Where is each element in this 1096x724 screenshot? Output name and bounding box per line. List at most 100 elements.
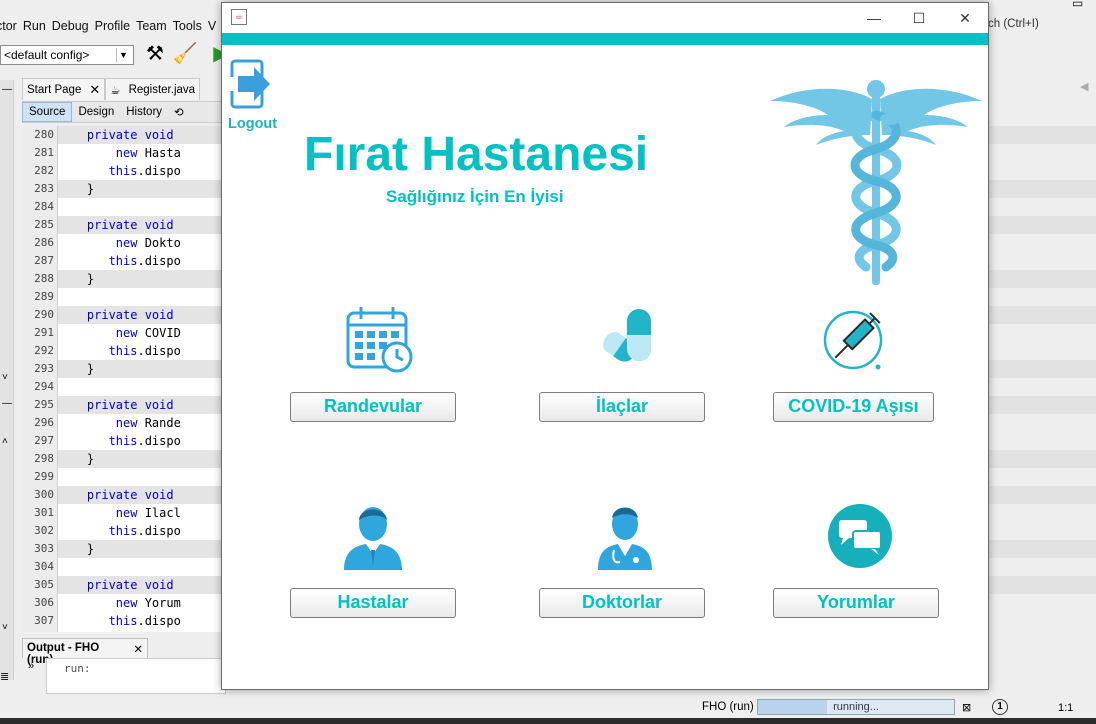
rerun-icon[interactable]: »	[28, 660, 34, 672]
progress-fill	[758, 700, 827, 714]
doktorlar-button[interactable]: Doktorlar	[539, 588, 705, 618]
line-number: 292	[34, 344, 54, 357]
logout-label: Logout	[228, 116, 278, 132]
app-window: ☕ — ☐ ✕ Logout Fırat Hastanesi Sağlığını…	[221, 2, 989, 690]
vaccine-syringe-icon[interactable]	[820, 305, 890, 375]
tab-start-page[interactable]: Start Page ✕	[22, 78, 106, 100]
code-line: new Rande	[115, 416, 181, 430]
code-line: private void	[58, 216, 228, 234]
output-options-icon[interactable]: ≣	[0, 670, 9, 683]
code-line: new Ilacl	[115, 506, 181, 520]
yorumlar-button[interactable]: Yorumlar	[773, 588, 939, 618]
expand-up-icon[interactable]: ˄	[2, 436, 8, 447]
patient-icon[interactable]	[338, 500, 408, 570]
calendar-clock-icon[interactable]	[345, 305, 415, 375]
notifications-badge[interactable]: 1	[992, 699, 1008, 715]
menu-item-profile[interactable]: Profile	[95, 19, 136, 33]
menu-item-debug[interactable]: Debug	[52, 19, 95, 33]
close-icon[interactable]: ✕	[133, 642, 143, 656]
line-number: 282	[34, 164, 54, 177]
tab-output[interactable]: Output - FHO (run) ✕	[22, 638, 148, 666]
editor-tabs: Start Page ✕ ☕ Register.java	[22, 78, 232, 100]
minimize-panel-icon[interactable]: —	[2, 84, 12, 95]
maximize-icon[interactable]: ☐	[908, 7, 930, 29]
minimize-panel-icon[interactable]: —	[2, 398, 12, 409]
line-number: 286	[34, 236, 54, 249]
app-title: Fırat Hastanesi	[304, 128, 649, 181]
line-number: 284	[34, 200, 54, 213]
code-line: private void	[58, 306, 228, 324]
ide-restore-icon[interactable]: ▭	[1072, 0, 1083, 10]
accent-bar	[222, 33, 988, 45]
editor-highlight-stripes	[988, 126, 1096, 632]
back-history-icon[interactable]: ⟲	[168, 102, 190, 122]
code-line: }	[58, 270, 228, 288]
line-number: 297	[34, 434, 54, 447]
code-editor[interactable]: private void new Hasta this.dispo } priv…	[58, 126, 228, 632]
ide-search-input[interactable]: ch (Ctrl+I)	[988, 16, 1096, 36]
config-select[interactable]: <default config> ▼	[0, 45, 134, 65]
tab-register-java[interactable]: ☕ Register.java	[105, 78, 201, 100]
code-line: new Hasta	[115, 146, 181, 160]
line-number: 291	[34, 326, 54, 339]
code-line: private void	[58, 126, 228, 144]
tab-source[interactable]: Source	[22, 102, 73, 122]
code-line: new Dokto	[115, 236, 181, 250]
window-titlebar[interactable]: ☕ — ☐ ✕	[222, 3, 988, 33]
chat-bubbles-icon[interactable]	[827, 503, 897, 573]
line-number: 305	[34, 578, 54, 591]
taskbar-edge	[0, 718, 1096, 724]
minimize-icon[interactable]: —	[863, 7, 885, 29]
line-number: 307	[34, 614, 54, 627]
close-icon[interactable]: ✕	[954, 7, 976, 29]
highlight-stripe	[988, 540, 1096, 558]
source-view-tabs: Source Design History ⟲	[22, 101, 232, 123]
code-line: }	[58, 360, 228, 378]
code-line: }	[58, 450, 228, 468]
code-line: this.dispo	[108, 164, 181, 178]
ilaclar-button[interactable]: İlaçlar	[539, 392, 705, 422]
line-number: 301	[34, 506, 54, 519]
caret-position: 1:1	[1058, 702, 1074, 714]
java-file-icon: ☕	[110, 84, 121, 97]
code-line: this.dispo	[108, 434, 181, 448]
highlight-stripe	[988, 576, 1096, 594]
code-line: private void	[58, 576, 228, 594]
collapse-icon[interactable]: ˅	[2, 622, 8, 633]
pills-icon[interactable]	[595, 305, 665, 375]
line-number: 294	[34, 380, 54, 393]
chevron-down-icon: ▼	[116, 48, 130, 62]
java-app-icon: ☕	[231, 9, 247, 25]
highlight-stripe	[988, 396, 1096, 414]
cancel-task-icon[interactable]: ⊠	[962, 701, 971, 714]
doctor-icon[interactable]	[590, 500, 660, 570]
caduceus-logo	[770, 80, 982, 285]
line-number: 285	[34, 218, 54, 231]
tab-history[interactable]: History	[120, 103, 168, 121]
covid-19-asisi-button[interactable]: COVID-19 Aşısı	[773, 392, 934, 422]
randevular-button[interactable]: Randevular	[290, 392, 456, 422]
status-progress-bar[interactable]: running...	[757, 699, 955, 715]
menu-item-refactor[interactable]: ctor	[0, 19, 23, 33]
hammer-icon[interactable]: ⚒	[142, 41, 168, 67]
hastalar-button[interactable]: Hastalar	[290, 588, 456, 618]
logout-button[interactable]: Logout	[228, 57, 280, 133]
status-project: FHO (run)	[702, 701, 754, 713]
menu-item-tools[interactable]: Tools	[173, 19, 208, 33]
highlight-stripe	[988, 270, 1096, 288]
tab-design[interactable]: Design	[72, 103, 120, 121]
code-line: this.dispo	[108, 524, 181, 538]
highlight-stripe	[988, 216, 1096, 234]
tab-label: Register.java	[128, 83, 196, 96]
menu-item-team[interactable]: Team	[136, 19, 173, 33]
clean-build-icon[interactable]: 🧹	[172, 41, 198, 67]
scroll-left-icon[interactable]: ◀	[1080, 80, 1088, 93]
collapse-icon[interactable]: ˅	[2, 372, 8, 383]
line-number: 299	[34, 470, 54, 483]
menu-item-run[interactable]: Run	[23, 19, 52, 33]
close-icon[interactable]: ✕	[89, 82, 100, 98]
